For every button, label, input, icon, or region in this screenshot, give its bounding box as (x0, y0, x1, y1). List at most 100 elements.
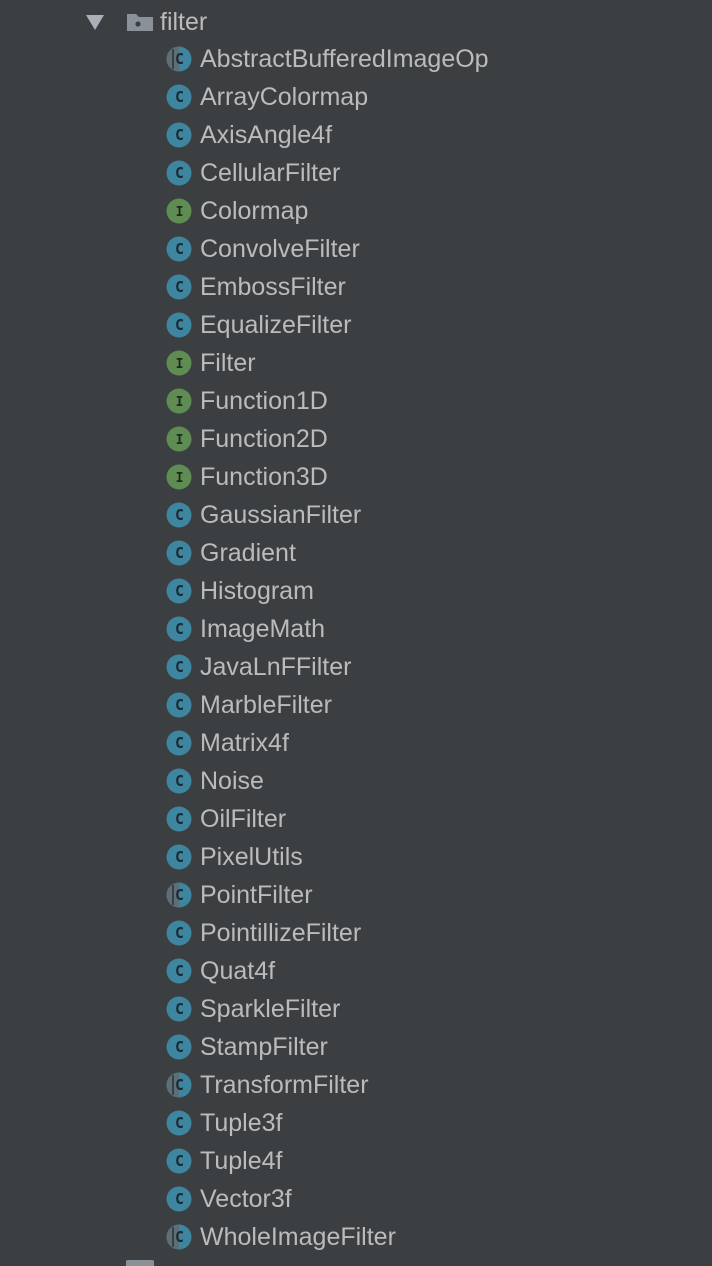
tree-item[interactable]: C Tuple4f (0, 1142, 712, 1180)
class-icon: C (166, 1186, 192, 1212)
class-icon: C (166, 692, 192, 718)
svg-text:C: C (175, 696, 184, 714)
tree-item[interactable]: C EqualizeFilter (0, 306, 712, 344)
svg-text:C: C (175, 164, 184, 182)
tree-item-label: Quat4f (200, 957, 276, 985)
tree-item[interactable]: C Matrix4f (0, 724, 712, 762)
tree-item[interactable]: C MarbleFilter (0, 686, 712, 724)
class-icon: C (166, 1110, 192, 1136)
tree-item[interactable]: I Filter (0, 344, 712, 382)
tree-item[interactable]: C ConvolveFilter (0, 230, 712, 268)
tree-item[interactable]: C CellularFilter (0, 154, 712, 192)
tree-item[interactable]: C PixelUtils (0, 838, 712, 876)
class-icon: C (166, 920, 192, 946)
tree-item[interactable]: C Tuple3f (0, 1104, 712, 1142)
class-icon: C (166, 958, 192, 984)
tree-item-label: SparkleFilter (200, 995, 341, 1023)
svg-text:C: C (175, 1000, 184, 1018)
tree-item[interactable]: C TransformFilter (0, 1066, 712, 1104)
abstract-class-icon: C (166, 1072, 192, 1098)
tree-item-label: ConvolveFilter (200, 235, 360, 263)
tree-item-label: OilFilter (200, 805, 287, 833)
class-icon: C (166, 730, 192, 756)
expand-arrow-icon[interactable] (86, 15, 104, 30)
tree-item-label: Vector3f (200, 1185, 292, 1213)
svg-text:C: C (175, 772, 184, 790)
tree-item-label: GaussianFilter (200, 501, 362, 529)
svg-text:C: C (175, 88, 184, 106)
tree-item-label: StampFilter (200, 1033, 328, 1061)
svg-text:I: I (176, 471, 184, 486)
tree-item[interactable]: C WholeImageFilter (0, 1218, 712, 1256)
class-icon: C (166, 616, 192, 642)
tree-item[interactable]: C PointFilter (0, 876, 712, 914)
folder-icon (126, 1260, 154, 1266)
tree-item[interactable]: C SparkleFilter (0, 990, 712, 1028)
file-list: C AbstractBufferedImageOp C ArrayColormap C A… (0, 40, 712, 1256)
project-tree: filter C AbstractBufferedImageOp C ArrayCol… (0, 0, 712, 1266)
tree-item[interactable]: I Function3D (0, 458, 712, 496)
svg-text:C: C (175, 1152, 184, 1170)
svg-text:C: C (175, 1114, 184, 1132)
svg-text:C: C (175, 582, 184, 600)
tree-item-label: EmbossFilter (200, 273, 346, 301)
tree-item-label: Filter (200, 349, 256, 377)
tree-item-label: ArrayColormap (200, 83, 369, 111)
tree-item[interactable]: C PointillizeFilter (0, 914, 712, 952)
class-icon: C (166, 312, 192, 338)
tree-item-label: AbstractBufferedImageOp (200, 45, 489, 73)
svg-text:C: C (175, 734, 184, 752)
svg-text:C: C (175, 50, 184, 68)
tree-item-label: Tuple4f (200, 1147, 283, 1175)
tree-node-filter[interactable]: filter (0, 2, 712, 40)
tree-item[interactable]: C Noise (0, 762, 712, 800)
tree-item[interactable]: C Quat4f (0, 952, 712, 990)
tree-item-label: CellularFilter (200, 159, 341, 187)
svg-text:C: C (175, 924, 184, 942)
svg-text:C: C (175, 962, 184, 980)
svg-text:C: C (175, 810, 184, 828)
tree-item[interactable]: I Function2D (0, 420, 712, 458)
abstract-class-icon: C (166, 1224, 192, 1250)
abstract-class-icon: C (166, 882, 192, 908)
svg-text:C: C (175, 1190, 184, 1208)
tree-item-label: EqualizeFilter (200, 311, 352, 339)
svg-text:C: C (175, 544, 184, 562)
svg-text:I: I (176, 395, 184, 410)
interface-icon: I (166, 350, 192, 376)
package-folder-icon (127, 14, 153, 31)
tree-node-next[interactable] (0, 1256, 712, 1266)
tree-item[interactable]: I Colormap (0, 192, 712, 230)
svg-text:C: C (175, 278, 184, 296)
tree-item[interactable]: C Vector3f (0, 1180, 712, 1218)
tree-item[interactable]: C StampFilter (0, 1028, 712, 1066)
tree-item[interactable]: C ArrayColormap (0, 78, 712, 116)
tree-item[interactable]: I Function1D (0, 382, 712, 420)
svg-text:I: I (176, 205, 184, 220)
svg-text:C: C (175, 658, 184, 676)
class-icon: C (166, 236, 192, 262)
tree-item[interactable]: C GaussianFilter (0, 496, 712, 534)
class-icon: C (166, 502, 192, 528)
tree-item[interactable]: C JavaLnFFilter (0, 648, 712, 686)
svg-text:C: C (175, 1038, 184, 1056)
tree-item[interactable]: C ImageMath (0, 610, 712, 648)
class-icon: C (166, 806, 192, 832)
tree-item[interactable]: C AxisAngle4f (0, 116, 712, 154)
svg-text:I: I (176, 433, 184, 448)
tree-item-label: Colormap (200, 197, 309, 225)
tree-item[interactable]: C OilFilter (0, 800, 712, 838)
tree-item-label: WholeImageFilter (200, 1223, 396, 1251)
tree-item[interactable]: C EmbossFilter (0, 268, 712, 306)
tree-item-label: PointFilter (200, 881, 313, 909)
tree-item-label: Histogram (200, 577, 314, 605)
tree-item[interactable]: C Histogram (0, 572, 712, 610)
class-icon: C (166, 1148, 192, 1174)
tree-item-label: Noise (200, 767, 264, 795)
tree-item[interactable]: C AbstractBufferedImageOp (0, 40, 712, 78)
class-icon: C (166, 160, 192, 186)
tree-item-label: PixelUtils (200, 843, 303, 871)
tree-item[interactable]: C Gradient (0, 534, 712, 572)
abstract-class-icon: C (166, 46, 192, 72)
class-icon: C (166, 844, 192, 870)
